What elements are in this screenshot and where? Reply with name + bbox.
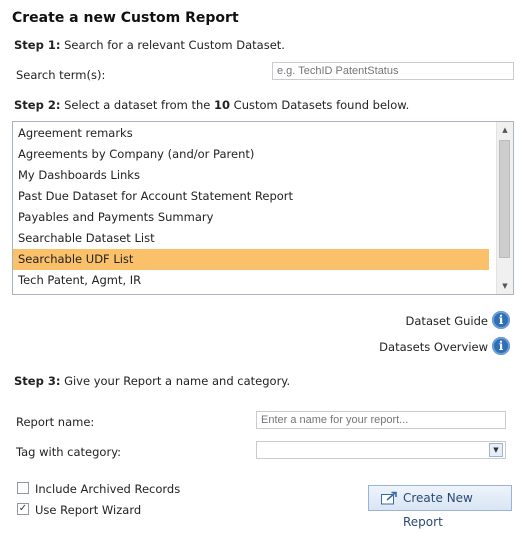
category-select[interactable]: ▼ xyxy=(256,441,506,459)
search-label: Search term(s): xyxy=(16,68,106,82)
search-input[interactable] xyxy=(272,62,514,80)
report-name-label: Report name: xyxy=(16,415,95,429)
scroll-thumb[interactable] xyxy=(499,140,510,258)
create-report-button[interactable]: Create New Report xyxy=(368,485,512,529)
step1-text: Search for a relevant Custom Dataset. xyxy=(60,38,285,52)
info-icon[interactable]: i xyxy=(492,337,510,355)
listbox-scrollbar[interactable]: ▲ ▼ xyxy=(496,122,513,294)
chevron-down-icon[interactable]: ▼ xyxy=(489,443,503,457)
dataset-count: 10 xyxy=(214,98,231,112)
include-archived-checkbox[interactable] xyxy=(17,482,29,494)
dataset-listbox[interactable]: Agreement remarks Agreements by Company (… xyxy=(12,121,514,295)
create-report-icon xyxy=(381,491,397,505)
dataset-list-item[interactable]: My Dashboards Links xyxy=(13,165,489,186)
dataset-list-item[interactable]: Tech Patent, Agmt, IR xyxy=(13,270,489,291)
step2-text-before: Select a dataset from the xyxy=(60,98,214,112)
step1-label: Step 1: xyxy=(14,38,61,52)
step3-text: Give your Report a name and category. xyxy=(60,374,291,388)
step3-label: Step 3: xyxy=(14,374,61,388)
create-report-label: Create New Report xyxy=(403,491,473,529)
dataset-list: Agreement remarks Agreements by Company (… xyxy=(13,122,513,291)
use-wizard-checkbox[interactable]: ✓ xyxy=(17,503,29,515)
info-icon[interactable]: i xyxy=(492,311,510,329)
dataset-list-item[interactable]: Past Due Dataset for Account Statement R… xyxy=(13,186,489,207)
datasets-overview-link[interactable]: Datasets Overview xyxy=(358,340,488,354)
dataset-list-item[interactable]: Agreements by Company (and/or Parent) xyxy=(13,144,489,165)
step2-instruction: Step 2: Select a dataset from the 10 Cus… xyxy=(14,98,409,112)
dataset-guide-link[interactable]: Dataset Guide xyxy=(380,314,488,328)
chevron-down-icon[interactable]: ▼ xyxy=(497,278,513,294)
step1-instruction: Step 1: Search for a relevant Custom Dat… xyxy=(14,38,285,52)
include-archived-label[interactable]: Include Archived Records xyxy=(35,482,180,496)
report-name-input[interactable] xyxy=(256,411,506,429)
step2-text-after: Custom Datasets found below. xyxy=(230,98,410,112)
chevron-up-icon[interactable]: ▲ xyxy=(497,122,513,138)
dataset-list-item[interactable]: Agreement remarks xyxy=(13,123,489,144)
page-title: Create a new Custom Report xyxy=(12,10,239,26)
dataset-list-item[interactable]: Payables and Payments Summary xyxy=(13,207,489,228)
use-wizard-label[interactable]: Use Report Wizard xyxy=(35,503,141,517)
dataset-list-item[interactable]: Searchable UDF List xyxy=(13,249,489,270)
step2-label: Step 2: xyxy=(14,98,61,112)
step3-instruction: Step 3: Give your Report a name and cate… xyxy=(14,374,290,388)
category-label: Tag with category: xyxy=(16,445,122,459)
dataset-list-item[interactable]: Searchable Dataset List xyxy=(13,228,489,249)
